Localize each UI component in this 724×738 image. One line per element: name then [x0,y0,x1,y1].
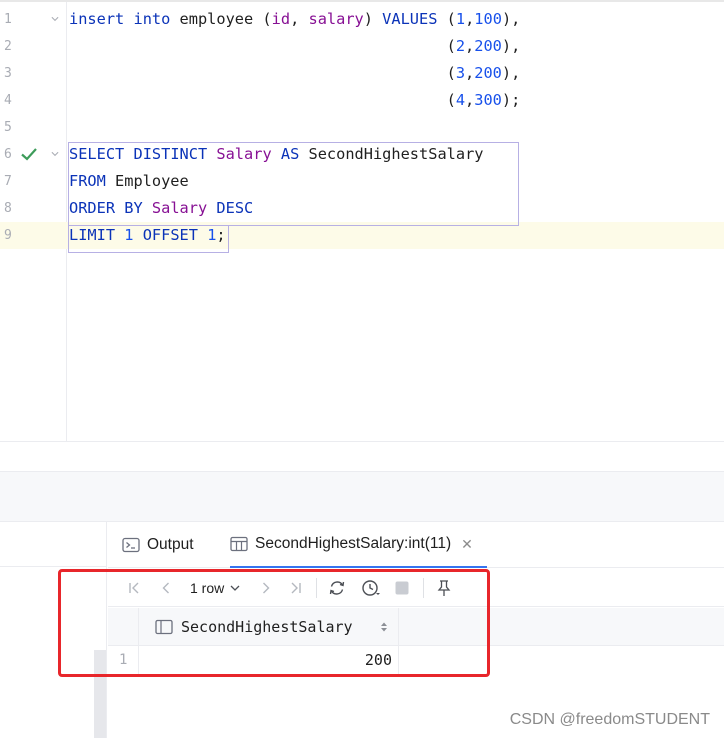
line-number: 9 [4,228,12,243]
code-text: (4,300); [69,91,521,109]
sql-editor[interactable]: 1 insert into employee (id, salary) VALUE… [0,0,724,443]
tab-output-label: Output [147,536,194,553]
annotation-highlight-box [58,569,490,677]
code-text: (3,200), [69,64,521,82]
table-icon [230,536,248,552]
code-line[interactable]: 3 (3,200), [0,60,724,87]
code-line[interactable]: 1 insert into employee (id, salary) VALUE… [0,6,724,33]
tree-divider [0,566,107,567]
editor-bottom-space [0,441,724,471]
executed-check-icon [21,148,37,161]
code-line[interactable]: 2 (2,200), [0,33,724,60]
tab-result-set[interactable]: SecondHighestSalary:int(11) ✕ [230,522,487,568]
code-line[interactable]: 5 [0,114,724,141]
statement-outline-tail [68,226,229,253]
line-number: 6 [4,147,12,162]
line-number: 1 [4,12,12,27]
console-icon [122,537,140,553]
code-line[interactable]: 4 (4,300); [0,87,724,114]
tab-result-label: SecondHighestSalary:int(11) [255,535,452,552]
watermark: CSDN @freedomSTUDENT [509,711,710,728]
line-number: 3 [4,66,12,81]
line-number: 7 [4,174,12,189]
code-text: (2,200), [69,37,521,55]
line-number: 5 [4,120,12,135]
fold-chevron-icon[interactable] [51,150,59,158]
result-tabs: Output SecondHighestSalary:int(11) ✕ [108,522,724,568]
tab-output[interactable]: Output [122,522,194,568]
statement-outline [68,142,519,226]
line-number: 8 [4,201,12,216]
fold-chevron-icon[interactable] [51,15,59,23]
line-number: 2 [4,39,12,54]
close-tab-icon[interactable]: ✕ [461,536,473,553]
code-text: insert into employee (id, salary) VALUES… [69,10,521,28]
line-number: 4 [4,93,12,108]
panel-splitter[interactable] [0,471,724,522]
